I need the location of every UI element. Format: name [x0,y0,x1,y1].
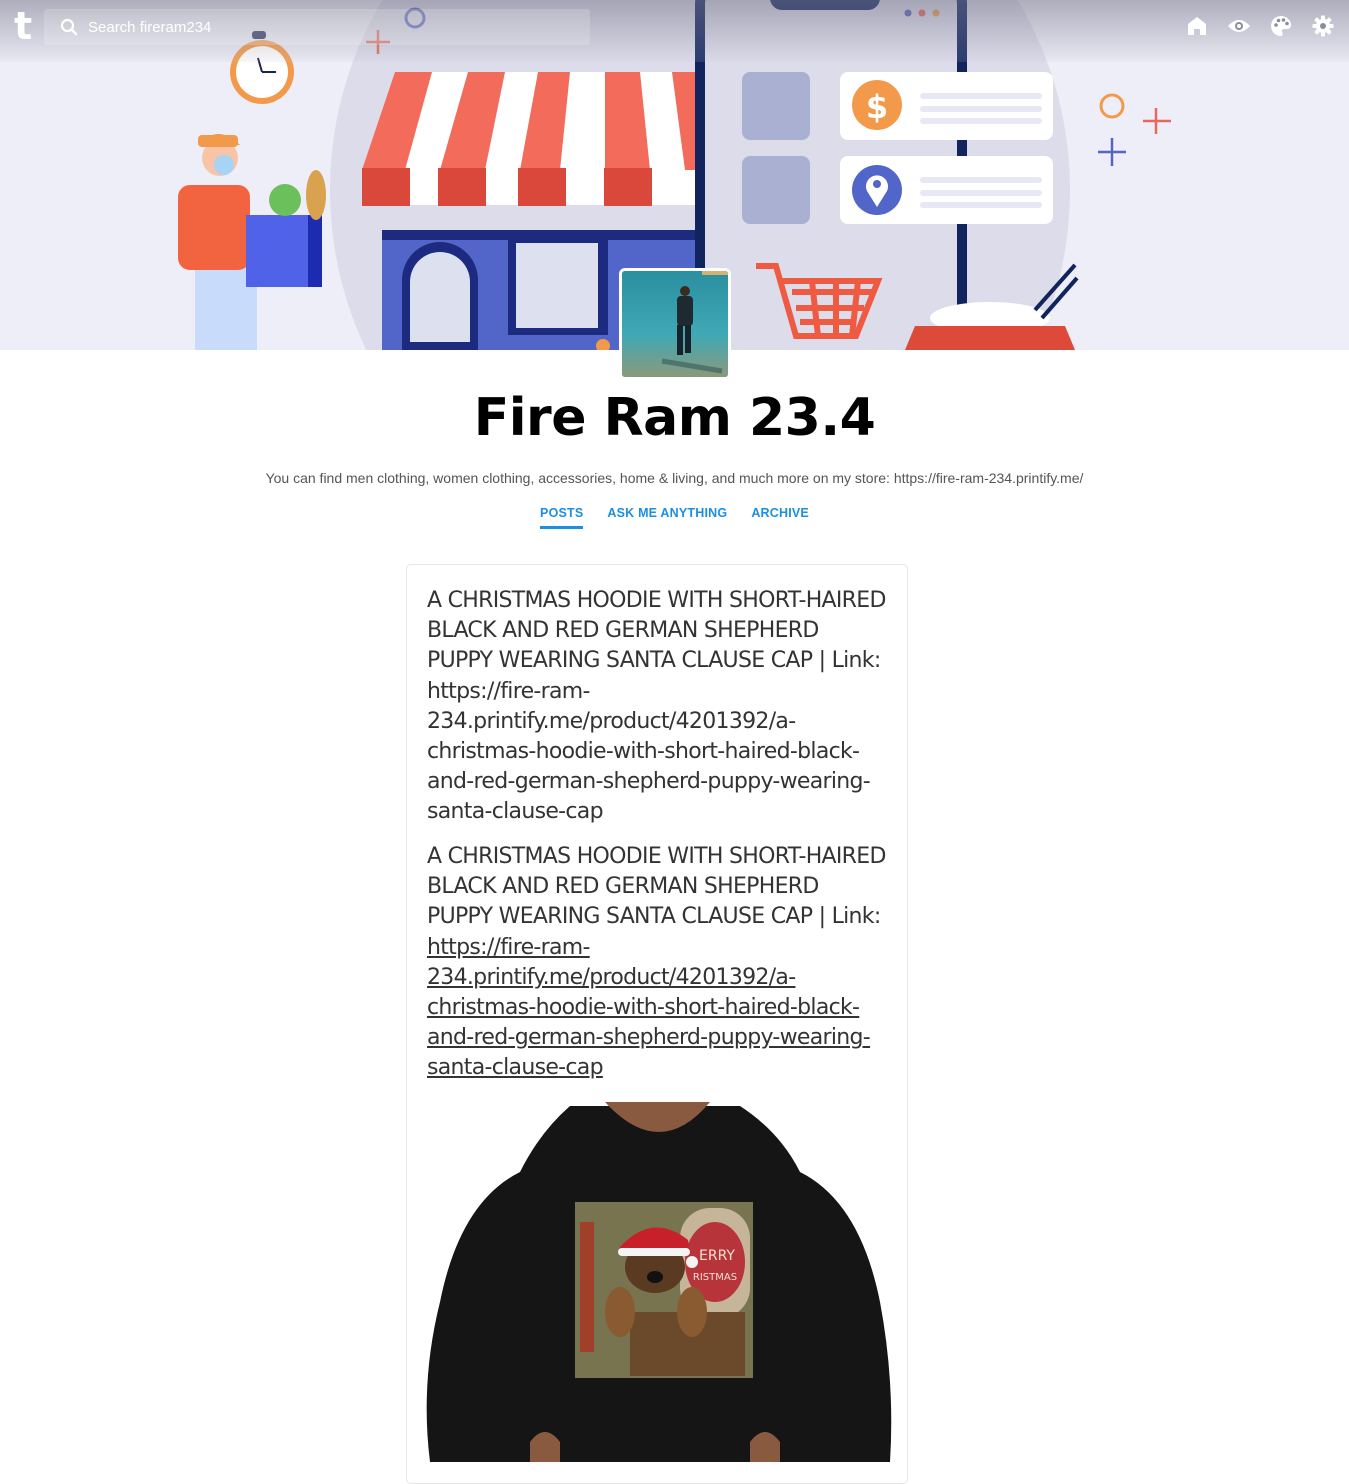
gear-icon[interactable] [1311,14,1335,38]
delivery-person-illustration [178,134,326,350]
palette-icon[interactable] [1269,14,1293,38]
search-input[interactable] [88,18,568,36]
tab-archive[interactable]: ARCHIVE [751,506,809,529]
post-title: A CHRISTMAS HOODIE WITH SHORT-HAIRED BLA… [427,588,886,825]
blog-title: Fire Ram 23.4 [473,388,876,448]
post-body: A CHRISTMAS HOODIE WITH SHORT-HAIRED BLA… [427,842,889,1084]
blog-description: You can find men clothing, women clothin… [265,470,1084,486]
payment-card-illustration: $ [840,72,1053,140]
tab-ask-me-anything[interactable]: ASK ME ANYTHING [607,506,727,529]
svg-text:$: $ [866,88,888,126]
print-text-merry: ERRY [699,1248,735,1264]
search-icon [60,18,78,36]
eye-icon[interactable] [1227,14,1251,38]
blog-avatar[interactable] [619,268,731,380]
post-body-text: A CHRISTMAS HOODIE WITH SHORT-HAIRED BLA… [427,844,886,930]
post-card: A CHRISTMAS HOODIE WITH SHORT-HAIRED BLA… [406,564,908,1484]
blog-navigation: POSTS ASK ME ANYTHING ARCHIVE [0,506,1349,529]
search-bar[interactable] [44,9,590,45]
home-icon[interactable] [1185,14,1209,38]
top-icons [1185,14,1335,38]
hoodie-product-image: ERRY RISTMAS [420,1102,896,1462]
avatar-photo [622,271,728,377]
top-navigation-bar: t [0,0,1349,62]
tab-posts[interactable]: POSTS [540,506,584,529]
location-card-illustration [840,156,1053,224]
product-link[interactable]: https://fire-ram-234.printify.me/product… [427,935,871,1081]
print-text-christmas: RISTMAS [693,1272,737,1283]
tumblr-logo[interactable]: t [14,7,40,45]
post-image-hoodie[interactable]: ERRY RISTMAS [420,1102,896,1462]
